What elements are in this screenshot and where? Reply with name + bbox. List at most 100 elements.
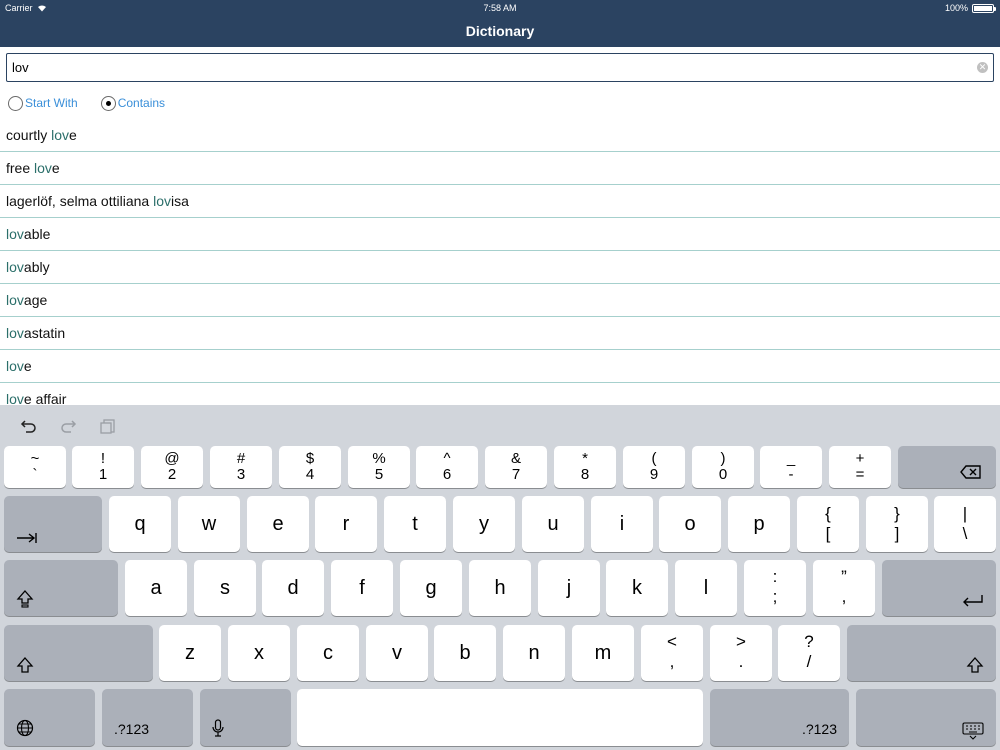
key-bot: 7 bbox=[511, 466, 521, 483]
key-o[interactable]: o bbox=[659, 496, 721, 552]
key-2[interactable]: @2 bbox=[141, 446, 203, 488]
key-less-than[interactable]: <, bbox=[641, 625, 703, 681]
key-tilde[interactable]: ~ ` bbox=[4, 446, 66, 488]
key-t[interactable]: t bbox=[384, 496, 446, 552]
radio-contains-label[interactable]: Contains bbox=[118, 96, 165, 110]
key-g[interactable]: g bbox=[400, 560, 462, 616]
key-y[interactable]: y bbox=[453, 496, 515, 552]
radio-contains[interactable]: Contains bbox=[100, 95, 165, 111]
list-item[interactable]: lovage bbox=[0, 284, 1000, 317]
key-s[interactable]: s bbox=[194, 560, 256, 616]
key-equals[interactable]: + = bbox=[829, 446, 891, 488]
caps-lock-key[interactable] bbox=[4, 560, 118, 616]
shift-right-key[interactable] bbox=[847, 625, 996, 681]
list-item[interactable]: lagerlöf, selma ottiliana lovisa bbox=[0, 185, 1000, 218]
key-8[interactable]: * 8 bbox=[554, 446, 616, 488]
key-label: t bbox=[412, 513, 418, 535]
key-u[interactable]: u bbox=[522, 496, 584, 552]
list-item[interactable]: courtly love bbox=[0, 119, 1000, 152]
radio-start-with[interactable]: Start With bbox=[8, 95, 78, 111]
radio-start-with-label[interactable]: Start With bbox=[25, 96, 78, 110]
key-w[interactable]: w bbox=[178, 496, 240, 552]
redo-icon[interactable] bbox=[59, 417, 77, 435]
key-c[interactable]: c bbox=[297, 625, 359, 681]
radio-start-with-circle[interactable] bbox=[8, 95, 23, 111]
list-item[interactable]: love affair bbox=[0, 383, 1000, 405]
key-i[interactable]: i bbox=[591, 496, 653, 552]
globe-icon bbox=[16, 719, 34, 737]
key-4[interactable]: $4 bbox=[279, 446, 341, 488]
key-left-brace[interactable]: {[ bbox=[797, 496, 859, 552]
paste-icon[interactable] bbox=[99, 417, 117, 435]
key-j[interactable]: j bbox=[538, 560, 600, 616]
search-input[interactable] bbox=[12, 54, 972, 81]
shift-icon bbox=[16, 657, 34, 673]
list-item[interactable]: free love bbox=[0, 152, 1000, 185]
key-label: j bbox=[566, 577, 572, 599]
key-b[interactable]: b bbox=[434, 625, 496, 681]
search-field[interactable]: ✕ bbox=[6, 53, 994, 82]
hide-keyboard-key[interactable] bbox=[856, 689, 996, 746]
numbers-key-right[interactable]: .?123 bbox=[710, 689, 849, 746]
key-quote[interactable]: ”, bbox=[813, 560, 875, 616]
key-backslash[interactable]: | \ bbox=[934, 496, 996, 552]
list-item[interactable]: love bbox=[0, 350, 1000, 383]
return-key[interactable] bbox=[882, 560, 996, 616]
key-colon[interactable]: :; bbox=[744, 560, 806, 616]
page-title: Dictionary bbox=[465, 23, 535, 39]
key-f[interactable]: f bbox=[331, 560, 393, 616]
space-key[interactable] bbox=[297, 689, 703, 746]
key-l[interactable]: l bbox=[675, 560, 737, 616]
key-5[interactable]: % 5 bbox=[348, 446, 410, 488]
return-icon bbox=[963, 595, 983, 607]
status-right: 100% bbox=[945, 3, 996, 13]
key-e[interactable]: e bbox=[247, 496, 309, 552]
key-bot: / bbox=[806, 652, 812, 671]
undo-icon[interactable] bbox=[20, 417, 38, 435]
key-x[interactable]: x bbox=[228, 625, 290, 681]
key-bot: . bbox=[738, 652, 744, 671]
key-n[interactable]: n bbox=[503, 625, 565, 681]
key-top: ) bbox=[720, 450, 726, 467]
key-0[interactable]: ) 0 bbox=[692, 446, 754, 488]
key-q[interactable]: q bbox=[109, 496, 171, 552]
shift-left-key[interactable] bbox=[4, 625, 153, 681]
key-1[interactable]: ! 1 bbox=[72, 446, 134, 488]
key-6[interactable]: ^ 6 bbox=[416, 446, 478, 488]
key-p[interactable]: p bbox=[728, 496, 790, 552]
key-7[interactable]: & 7 bbox=[485, 446, 547, 488]
tab-key[interactable] bbox=[4, 496, 102, 552]
key-r[interactable]: r bbox=[315, 496, 377, 552]
globe-key[interactable] bbox=[4, 689, 95, 746]
key-top: + bbox=[855, 450, 865, 467]
key-m[interactable]: m bbox=[572, 625, 634, 681]
key-d[interactable]: d bbox=[262, 560, 324, 616]
key-label: u bbox=[547, 513, 559, 535]
radio-contains-circle[interactable] bbox=[100, 95, 116, 111]
list-item[interactable]: lovable bbox=[0, 218, 1000, 251]
key-v[interactable]: v bbox=[366, 625, 428, 681]
key-label: o bbox=[684, 513, 696, 535]
key-h[interactable]: h bbox=[469, 560, 531, 616]
list-item-match: lov bbox=[6, 391, 24, 405]
key-9[interactable]: (9 bbox=[623, 446, 685, 488]
key-bot: [ bbox=[825, 524, 831, 543]
list-item-prefix: courtly bbox=[6, 127, 52, 143]
key-bot: ` bbox=[32, 466, 38, 483]
key-z[interactable]: z bbox=[159, 625, 221, 681]
list-item[interactable]: lovastatin bbox=[0, 317, 1000, 350]
clear-icon[interactable]: ✕ bbox=[977, 62, 988, 73]
key-right-brace[interactable]: }] bbox=[866, 496, 928, 552]
key-minus[interactable]: _ - bbox=[760, 446, 822, 488]
key-3[interactable]: #3 bbox=[210, 446, 272, 488]
list-item[interactable]: lovably bbox=[0, 251, 1000, 284]
key-k[interactable]: k bbox=[606, 560, 668, 616]
key-greater-than[interactable]: >. bbox=[710, 625, 772, 681]
list-item-suffix: age bbox=[23, 292, 48, 308]
delete-key[interactable] bbox=[898, 446, 996, 488]
key-question[interactable]: ? / bbox=[778, 625, 840, 681]
tab-icon bbox=[17, 533, 37, 543]
dictation-key[interactable] bbox=[200, 689, 291, 746]
numbers-key-left[interactable]: .?123 bbox=[102, 689, 193, 746]
key-a[interactable]: a bbox=[125, 560, 187, 616]
